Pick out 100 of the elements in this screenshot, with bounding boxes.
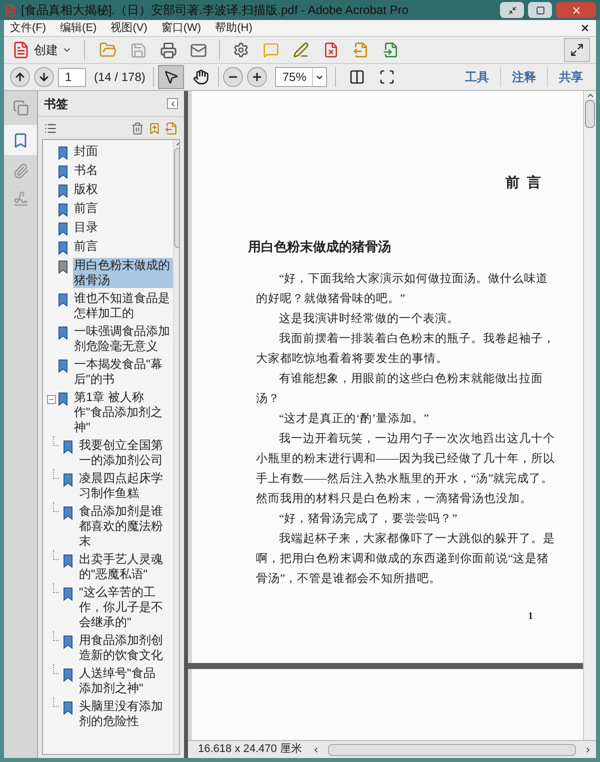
create-button[interactable]: 创建 — [10, 38, 74, 62]
document-arrow-icon — [353, 42, 369, 58]
envelope-icon — [190, 42, 206, 58]
bookmark-item[interactable]: 前言 — [73, 201, 173, 216]
bookmark-icon — [58, 146, 69, 160]
bookmark-item[interactable]: 食品添加剂是谁都喜欢的魔法粉末 — [78, 504, 166, 549]
bookmark-icon — [63, 668, 74, 682]
bookmark-icon — [58, 241, 69, 255]
zoom-in-button[interactable] — [247, 67, 268, 87]
menu-item[interactable]: 视图(V) — [110, 20, 148, 36]
scroll-thumb[interactable] — [585, 100, 595, 128]
document-arrow-icon — [383, 42, 399, 58]
options-icon[interactable] — [44, 122, 57, 134]
frame-corners-icon — [379, 69, 396, 85]
bookmark-icon — [58, 359, 69, 373]
bookmark-icon — [58, 392, 69, 406]
bookmark-icon — [63, 506, 74, 520]
section-title: 用白色粉末做成的猪骨汤 — [248, 238, 392, 256]
bookmark-item[interactable]: 头脑里没有添加剂的危险性 — [78, 699, 166, 729]
delete-icon[interactable] — [131, 122, 144, 134]
page-size: 16.618 x 24.470 厘米 — [197, 742, 303, 758]
bookmark-item[interactable]: 人送绰号"食品添加剂之神" — [78, 666, 166, 696]
minus-icon — [48, 396, 55, 403]
paragraph: “这才是真正的‘酌’量添加。” — [278, 411, 430, 426]
page-count: (14 / 178) — [93, 69, 146, 86]
bookmark-icon — [58, 165, 69, 179]
bookmark-icon[interactable] — [12, 132, 29, 148]
bookmark-item[interactable]: 封面 — [73, 144, 173, 159]
arrow-up-icon — [14, 71, 26, 83]
page-number-field[interactable]: 1 — [58, 68, 86, 86]
pdf-icon — [12, 41, 30, 59]
scroll-up-icon — [586, 91, 594, 100]
bookmark-icon — [58, 260, 69, 274]
bookmark-item[interactable]: 用白色粉末做成的猪骨汤 — [73, 258, 173, 288]
close-icon — [570, 4, 582, 16]
next-page-button[interactable] — [34, 67, 54, 87]
bookmark-icon — [58, 184, 69, 198]
pages-icon[interactable] — [12, 100, 28, 116]
close-button[interactable] — [556, 2, 596, 18]
maximize-button[interactable] — [528, 2, 552, 18]
bookmark-item[interactable]: 版权 — [73, 182, 173, 197]
bookmark-item[interactable]: 谁也不知道食品是怎样加工的 — [73, 291, 173, 321]
bookmark-icon — [63, 554, 74, 568]
zoom-dropdown[interactable]: 75% — [275, 67, 328, 87]
paragraph: 我一边开着玩笑，一边用勺子一次次地舀出这几十个小瓶里的粉末进行调和——因为我已经做了几十年，所以手上有数——然后注入热水瓶里的开水，“汤”就完成了。然而我用的材料只是白色粉末，一滴猪骨汤也没加。 — [256, 431, 556, 506]
bookmark-item[interactable]: 出卖手艺人灵魂的"恶魔私语" — [78, 552, 166, 582]
bookmark-icon — [58, 222, 69, 236]
speech-bubble-icon — [263, 42, 279, 58]
bookmark-item[interactable]: 一本揭发食品"幕后"的书 — [73, 357, 173, 387]
panel-tab[interactable]: 共享 — [552, 68, 590, 86]
bookmark-item[interactable]: 用食品添加剂创造新的饮食文化 — [78, 633, 166, 663]
bookmark-item[interactable]: 我要创立全国第一的添加剂公司 — [78, 438, 166, 468]
new-bookmark-icon[interactable] — [148, 122, 161, 134]
menu-item[interactable]: 文件(F) — [10, 20, 46, 36]
pdf-icon — [4, 4, 17, 16]
bookmark-icon — [63, 635, 74, 649]
maximize-icon — [536, 6, 544, 14]
minimize-icon — [508, 6, 516, 14]
bookmark-icon — [63, 440, 74, 454]
gear-icon — [233, 42, 249, 58]
hand-icon — [193, 69, 210, 85]
bookmark-item[interactable]: 凌晨四点起床学习制作鱼糕 — [78, 471, 166, 501]
bookmark-item[interactable]: 目录 — [73, 220, 173, 235]
pen-icon — [293, 42, 309, 58]
paragraph: 我端起杯子来，大家都像吓了一大跳似的躲开了。是啊，把用白色粉末调和做成的东西递到你面前说“这是猪骨汤”，不管是谁都会不知所措吧。 — [256, 531, 556, 586]
panel-tab[interactable]: 工具 — [458, 68, 496, 86]
collapse-toggle[interactable] — [47, 395, 56, 404]
folder-icon — [99, 41, 117, 59]
plus-icon — [251, 71, 264, 83]
minimize-button[interactable] — [500, 2, 524, 18]
two-column-icon — [349, 69, 366, 85]
collapse-button[interactable] — [167, 98, 178, 109]
bookmark-item[interactable]: 书名 — [73, 163, 173, 178]
bookmark-item[interactable]: 前言 — [73, 239, 173, 254]
arrow-down-icon — [38, 71, 50, 83]
document-x-icon — [323, 42, 339, 58]
cursor-icon — [163, 69, 180, 85]
paragraph: “好，猪骨汤完成了，要尝尝吗？” — [278, 511, 458, 526]
previous-page-button[interactable] — [10, 67, 30, 87]
menu-item[interactable]: 帮助(H) — [215, 20, 252, 36]
page-heading: 前 言 — [506, 174, 543, 193]
menu-item[interactable]: 窗口(W) — [161, 20, 202, 36]
printer-icon — [160, 42, 176, 58]
bookmark-item[interactable]: "这么辛苦的工作，你儿子是不会继承的" — [78, 585, 166, 630]
menu-item[interactable]: 编辑(E) — [60, 20, 97, 36]
bookmark-item[interactable]: 一味强调食品添加剂危险毫无意义 — [73, 324, 173, 354]
bookmark-icon — [58, 326, 69, 340]
bookmark-icon — [58, 203, 69, 217]
close-icon[interactable] — [580, 23, 590, 33]
select-tool-button[interactable] — [158, 65, 184, 89]
paragraph: “好，下面我给大家演示如何做拉面汤。做什么味道的好呢？就做猪骨味的吧。” — [256, 271, 550, 306]
scroll-right-icon — [584, 746, 592, 754]
expand-button[interactable] — [564, 38, 590, 62]
bookmark-icon — [63, 587, 74, 601]
bookmark-item[interactable]: 第1章 被人称作"食品添加剂之神" — [73, 390, 173, 435]
panel-tab[interactable]: 注释 — [505, 68, 543, 86]
page-number: 1 — [528, 610, 533, 624]
paragraph: 这是我演讲时经常做的一个表演。 — [278, 311, 460, 326]
bookmark-icon — [63, 473, 74, 487]
expand-bookmark-icon[interactable] — [165, 122, 178, 134]
